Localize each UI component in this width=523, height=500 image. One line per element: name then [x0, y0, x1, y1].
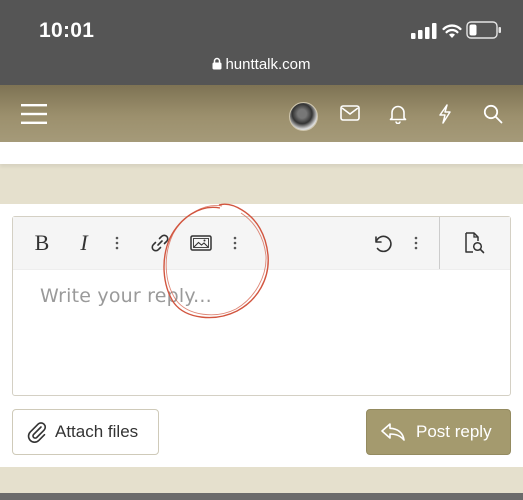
link-icon[interactable] [145, 217, 175, 269]
more-options-icon[interactable] [111, 217, 123, 269]
mail-icon[interactable] [340, 104, 360, 122]
search-icon[interactable] [483, 104, 503, 124]
attach-files-label: Attach files [55, 422, 139, 441]
status-bar: 10:01 hunttalk.com [0, 0, 523, 85]
page-strip [0, 142, 523, 164]
reply-arrow-icon [381, 423, 405, 441]
paperclip-icon [27, 422, 47, 443]
bell-icon[interactable] [389, 104, 407, 124]
post-reply-button[interactable]: Post reply [366, 409, 511, 455]
italic-button[interactable]: I [69, 217, 99, 269]
post-reply-label: Post reply [416, 422, 492, 441]
address-bar[interactable]: hunttalk.com [0, 56, 523, 73]
battery-icon [466, 21, 501, 39]
signal-icon [411, 23, 437, 39]
menu-icon[interactable] [21, 104, 47, 124]
reply-input-placeholder[interactable]: Write your reply... [40, 285, 212, 307]
lightning-icon[interactable] [438, 104, 452, 124]
page-background [0, 170, 523, 204]
image-icon[interactable] [186, 217, 216, 269]
site-navbar [0, 85, 523, 142]
clock: 10:01 [39, 19, 95, 42]
page-footer-bar [0, 493, 523, 500]
more-options-icon[interactable] [229, 217, 241, 269]
url-text: hunttalk.com [225, 56, 311, 73]
reply-editor[interactable]: B I Write your reply... [12, 216, 511, 396]
lock-icon [212, 57, 222, 70]
attach-files-button[interactable]: Attach files [12, 409, 159, 455]
preview-icon[interactable] [459, 217, 489, 269]
toolbar-divider [439, 217, 440, 269]
more-options-icon[interactable] [410, 217, 422, 269]
avatar[interactable] [289, 102, 318, 131]
bold-button[interactable]: B [27, 217, 57, 269]
undo-icon[interactable] [367, 217, 397, 269]
editor-toolbar: B I [13, 217, 510, 270]
wifi-icon [442, 24, 462, 38]
